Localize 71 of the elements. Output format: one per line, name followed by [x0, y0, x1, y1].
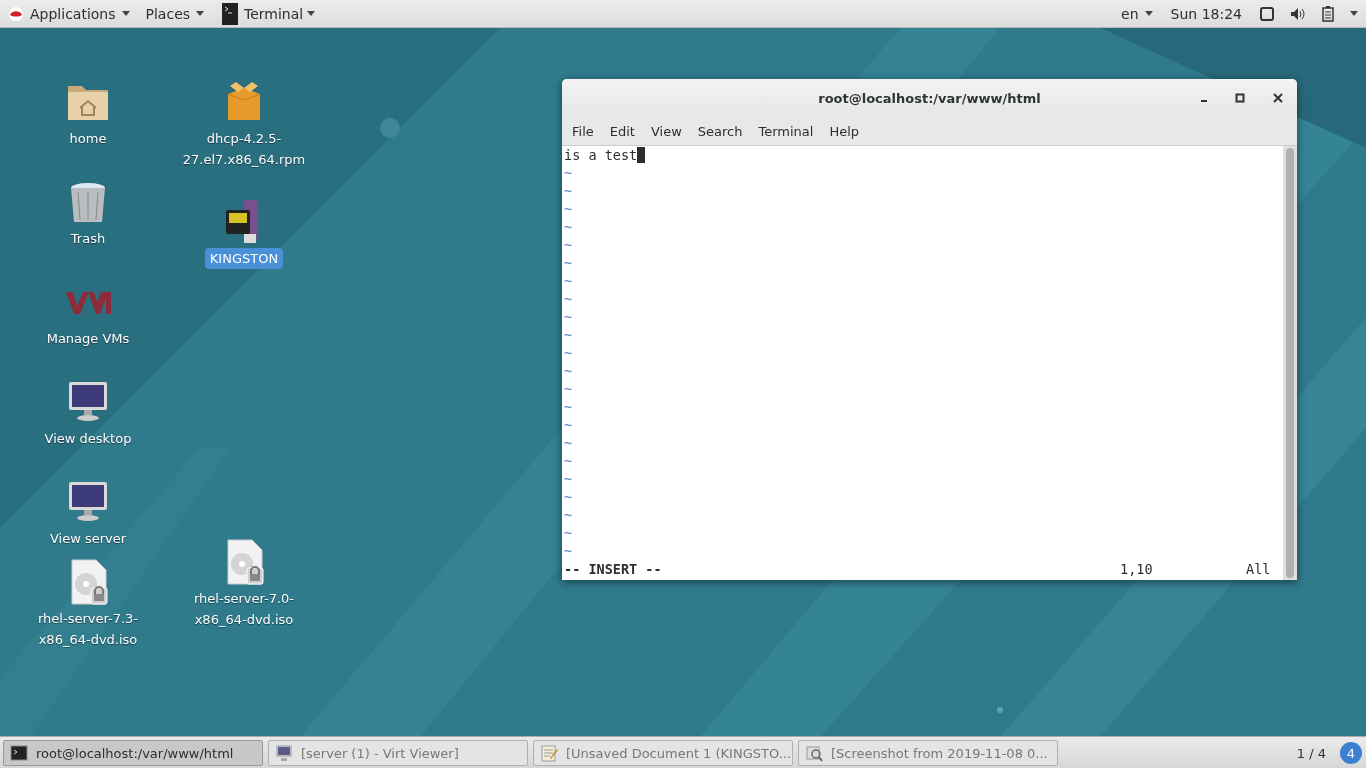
menu-item[interactable]: Terminal	[750, 123, 822, 139]
tilde-marker: ~	[564, 524, 573, 542]
tilde-marker: ~	[564, 416, 573, 434]
workspace-indicator[interactable]: 1 / 4	[1296, 745, 1326, 761]
terminal-line: is a test	[564, 146, 638, 164]
tilde-marker: ~	[564, 380, 573, 398]
minimize-icon	[1201, 100, 1207, 102]
icon-label[interactable]: home	[64, 128, 112, 149]
text-cursor	[637, 147, 646, 163]
taskbar-button[interactable]: [Unsaved Document 1 (KINGSTO...	[533, 740, 793, 766]
notification-badge[interactable]: 4	[1340, 742, 1362, 764]
tilde-marker: ~	[564, 470, 573, 488]
menu-item[interactable]: Edit	[601, 123, 643, 139]
icon-label[interactable]: View desktop	[39, 428, 137, 449]
close-icon	[1273, 93, 1283, 103]
icon-label[interactable]: View server	[44, 528, 132, 549]
menu-button[interactable]: Applications	[0, 0, 138, 27]
tilde-marker: ~	[564, 218, 573, 236]
tilde-marker: ~	[564, 344, 573, 362]
battery-icon	[1322, 5, 1334, 22]
tilde-marker: ~	[564, 452, 573, 470]
tilde-marker: ~	[564, 200, 573, 218]
tilde-marker: ~	[564, 182, 573, 200]
tilde-marker: ~	[564, 254, 573, 272]
volume-icon	[1290, 6, 1306, 21]
taskbar-button[interactable]: [server (1) - Virt Viewer]	[268, 740, 528, 766]
tilde-marker: ~	[564, 308, 573, 326]
menu-button[interactable]: Terminal	[222, 0, 324, 27]
caret-icon	[121, 11, 130, 16]
tilde-marker: ~	[564, 290, 573, 308]
mode-indicator: -- INSERT --	[564, 560, 663, 578]
icon-label[interactable]: rhel-server-7.0-x86_64-dvd.iso	[174, 588, 314, 630]
tilde-marker: ~	[564, 506, 573, 524]
tilde-marker: ~	[564, 236, 573, 254]
caret-icon	[1350, 11, 1358, 16]
monitor-icon	[275, 744, 293, 762]
caret-icon	[1144, 11, 1153, 16]
tilde-marker: ~	[564, 362, 573, 380]
terminal-icon	[222, 2, 239, 25]
tilde-marker: ~	[564, 488, 573, 506]
notepad-icon	[540, 744, 558, 762]
clock[interactable]: Sun 18:24	[1160, 5, 1252, 22]
menu-item[interactable]: Help	[821, 123, 868, 139]
window-icon	[1260, 6, 1274, 21]
icon-label[interactable]: rhel-server-7.3-x86_64-dvd.iso	[18, 608, 158, 650]
menu-button[interactable]: Places	[137, 0, 213, 27]
tilde-marker: ~	[564, 434, 573, 452]
menu-item[interactable]: Search	[689, 123, 751, 139]
caret-icon	[307, 11, 316, 16]
menu-item[interactable]: File	[564, 123, 602, 139]
cursor-position: 1,10	[1120, 560, 1154, 578]
icon-label[interactable]: Manage VMs	[41, 328, 135, 349]
taskbar-button[interactable]: [Screenshot from 2019-11-08 0...	[798, 740, 1058, 766]
tilde-marker: ~	[564, 542, 573, 560]
scroll-indicator: All	[1246, 560, 1271, 578]
hat-icon	[8, 5, 24, 22]
caret-icon	[196, 11, 205, 16]
language-menu[interactable]: en	[1113, 0, 1161, 27]
image-viewer-icon	[805, 744, 823, 762]
tilde-marker: ~	[564, 164, 573, 182]
icon-label[interactable]: Trash	[65, 228, 111, 249]
terminal-icon	[10, 744, 28, 762]
maximize-icon	[1235, 93, 1245, 103]
tilde-marker: ~	[564, 398, 573, 416]
tilde-marker: ~	[564, 272, 573, 290]
window-title: root@localhost:/var/www/html	[818, 90, 1041, 106]
icon-label[interactable]: dhcp-4.2.5-27.el7.x86_64.rpm	[174, 128, 314, 170]
scrollbar[interactable]	[1283, 146, 1297, 580]
menu-item[interactable]: View	[642, 123, 690, 139]
taskbar-button[interactable]: root@localhost:/var/www/html	[3, 740, 263, 766]
tilde-marker: ~	[564, 326, 573, 344]
